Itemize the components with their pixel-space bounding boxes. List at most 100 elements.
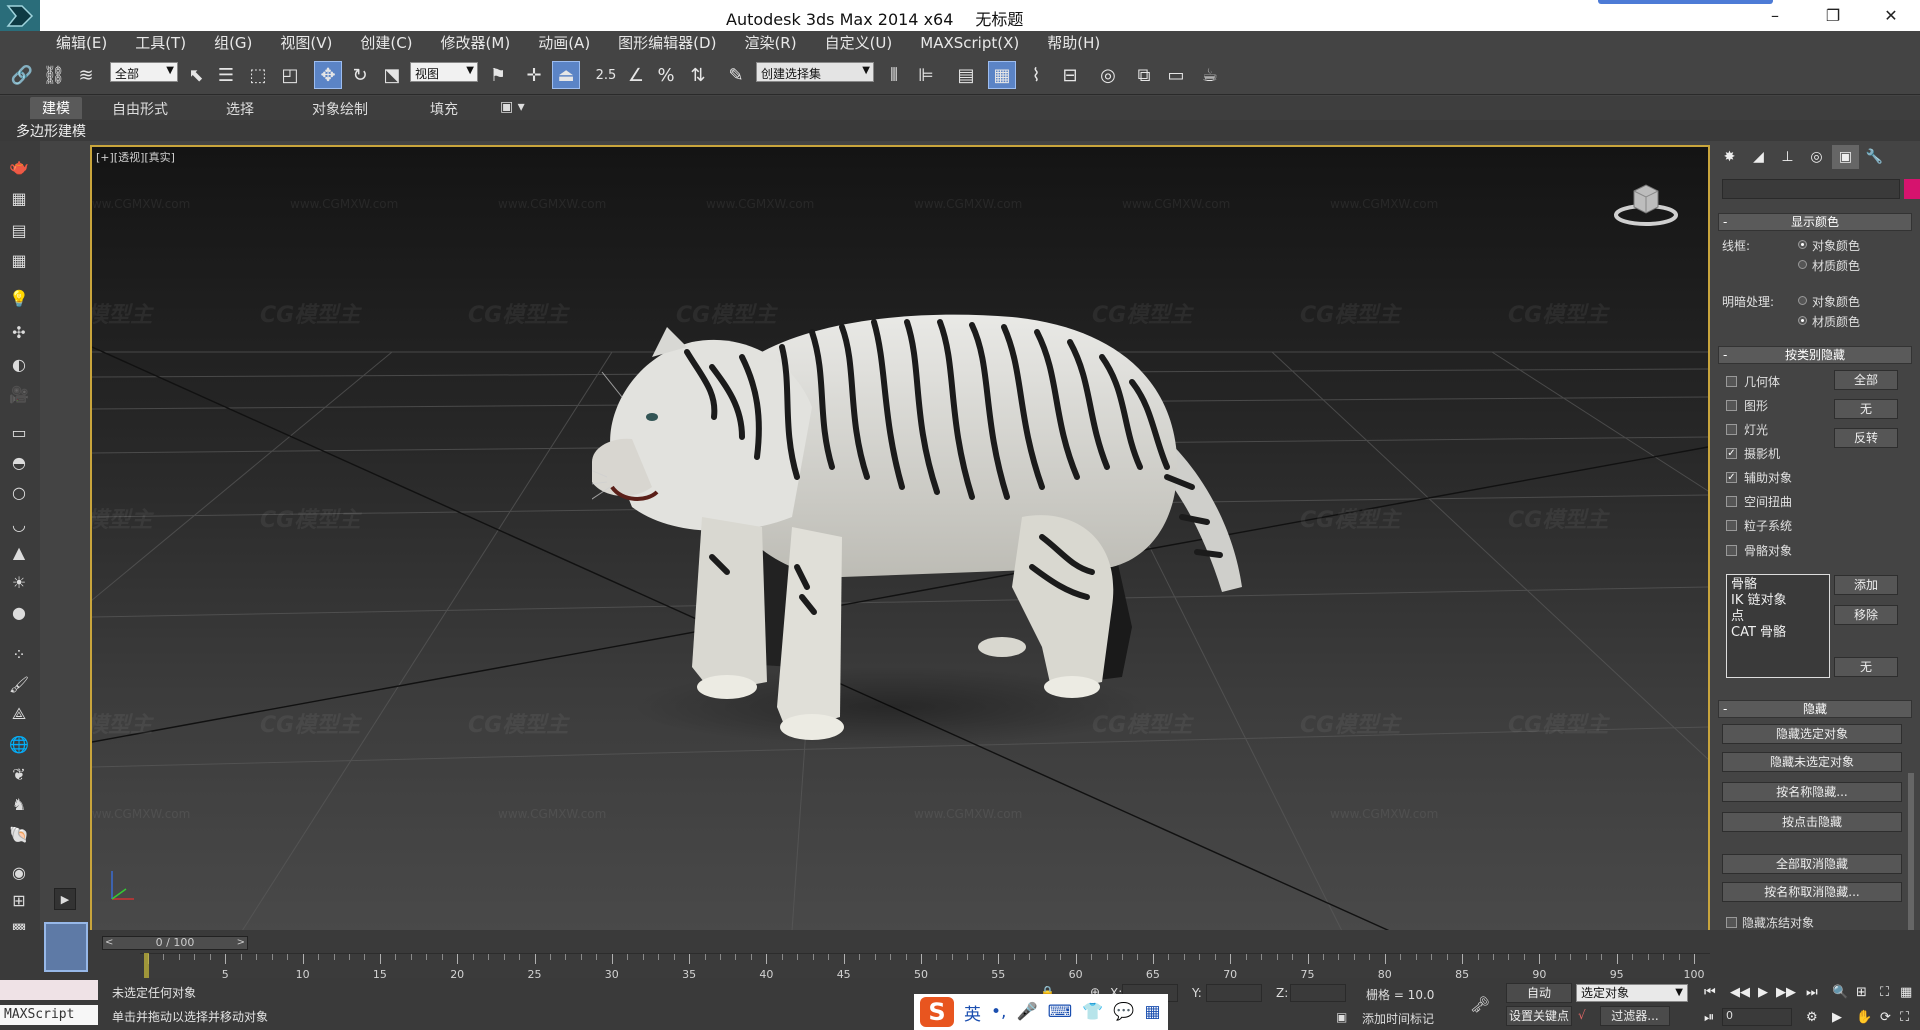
- spinner-snap-icon[interactable]: ⇅: [684, 61, 712, 89]
- geometry-checkbox[interactable]: [1726, 376, 1737, 387]
- remove-button[interactable]: 移除: [1834, 605, 1898, 625]
- all-button[interactable]: 全部: [1834, 370, 1898, 390]
- motion-tab-icon[interactable]: ◎: [1803, 145, 1830, 169]
- key-mode-toggle-icon[interactable]: ⏯: [1704, 1010, 1714, 1025]
- render-setup-icon[interactable]: ⧉: [1130, 61, 1158, 89]
- rectangular-selection-icon[interactable]: ⬚: [244, 61, 272, 89]
- current-frame-marker[interactable]: [144, 953, 149, 978]
- shaded-material-color-radio[interactable]: [1798, 316, 1807, 325]
- hide-by-hit-button[interactable]: 按点击隐藏: [1722, 812, 1902, 832]
- zoom-all-icon[interactable]: ⊞: [1856, 985, 1867, 1000]
- menu-customize[interactable]: 自定义(U): [825, 31, 907, 55]
- scene-explorer-icon[interactable]: ▦: [8, 187, 30, 209]
- auto-key-button[interactable]: 自动: [1506, 983, 1572, 1003]
- invert-button[interactable]: 反转: [1834, 428, 1898, 448]
- cone-icon[interactable]: ▲: [8, 541, 30, 563]
- bowl-icon[interactable]: ◡: [8, 513, 30, 535]
- angle-snap-icon[interactable]: ∠: [622, 61, 650, 89]
- mini-listener-preview[interactable]: [44, 922, 88, 972]
- helper-icon[interactable]: ✣: [8, 321, 30, 343]
- menu-views[interactable]: 视图(V): [280, 31, 346, 55]
- bone-objects-checkbox[interactable]: [1726, 545, 1737, 556]
- menu-group[interactable]: 组(G): [214, 31, 266, 55]
- disc-icon[interactable]: ●: [8, 601, 30, 623]
- edit-named-selection-icon[interactable]: ✎: [722, 61, 750, 89]
- restore-button[interactable]: ❐: [1804, 0, 1862, 31]
- select-and-scale-icon[interactable]: ⬔: [378, 61, 406, 89]
- play-toggle-icon[interactable]: ▶: [54, 888, 76, 910]
- list-item[interactable]: IK 链对象: [1731, 593, 1825, 609]
- select-and-move-icon[interactable]: ✥: [314, 61, 342, 89]
- maximize-viewport-icon[interactable]: ⛶: [1900, 1010, 1909, 1025]
- polygon-modeling-label[interactable]: 多边形建模: [16, 121, 86, 141]
- punctuation-icon[interactable]: •,: [991, 1002, 1006, 1022]
- tiger-model[interactable]: [592, 287, 1312, 747]
- add-time-tag[interactable]: 添加时间标记: [1362, 1010, 1434, 1027]
- menu-edit[interactable]: 编辑(E): [56, 31, 121, 55]
- spacewarp-icon[interactable]: ◐: [8, 353, 30, 375]
- selection-filter-dropdown[interactable]: 全部 ▼: [110, 62, 178, 82]
- tab-populate[interactable]: 填充: [430, 99, 458, 119]
- snaps-toggle-icon[interactable]: 2.5: [592, 61, 620, 89]
- none-button[interactable]: 无: [1834, 399, 1898, 419]
- command-panel-scrollbar[interactable]: [1908, 773, 1914, 933]
- viewport-label[interactable]: [+][透视][真实]: [96, 149, 175, 165]
- window-crossing-icon[interactable]: ◰: [276, 61, 304, 89]
- layer-explorer-icon[interactable]: ▤: [8, 219, 30, 241]
- zoom-icon[interactable]: 🔍: [1832, 985, 1848, 1000]
- key-filters-button[interactable]: 过滤器...: [1600, 1006, 1670, 1026]
- named-selection-dropdown[interactable]: 创建选择集 ▼: [756, 62, 874, 82]
- microphone-icon[interactable]: 🎤: [1016, 1002, 1037, 1022]
- sogou-logo-icon[interactable]: S: [920, 997, 954, 1027]
- material-editor-icon[interactable]: ◎: [1094, 61, 1122, 89]
- toolbox-icon[interactable]: ▦: [1145, 1002, 1161, 1022]
- menu-maxscript[interactable]: MAXScript(X): [920, 31, 1033, 55]
- hide-by-name-button[interactable]: 按名称隐藏...: [1722, 782, 1902, 802]
- time-config-icon[interactable]: ⚙: [1806, 1010, 1818, 1025]
- time-tag-icon[interactable]: ▣: [1336, 1010, 1347, 1024]
- sun-icon[interactable]: ☀: [8, 571, 30, 593]
- particles-icon[interactable]: ⁘: [8, 643, 30, 665]
- wireframe-material-color-radio[interactable]: [1798, 260, 1807, 269]
- close-button[interactable]: ✕: [1862, 0, 1920, 31]
- current-frame-field[interactable]: 0: [1722, 1008, 1792, 1026]
- previous-frame-icon[interactable]: ◀◀: [1730, 985, 1750, 1000]
- field-of-view-icon[interactable]: ▶: [1832, 1010, 1842, 1025]
- hide-frozen-checkbox[interactable]: [1726, 917, 1737, 928]
- chevron-right-icon[interactable]: >: [237, 937, 245, 949]
- mirror-icon[interactable]: ⫴: [880, 61, 908, 89]
- rollout-hide-by-category[interactable]: - 按类别隐藏: [1718, 346, 1912, 364]
- go-to-end-icon[interactable]: ⏭: [1806, 985, 1818, 1000]
- dome-icon[interactable]: ◓: [8, 451, 30, 473]
- grid-icon[interactable]: ▦: [8, 249, 30, 271]
- material-sphere-icon[interactable]: ◉: [8, 861, 30, 883]
- language-toggle[interactable]: 英: [964, 1000, 981, 1025]
- select-and-link-icon[interactable]: 🔗: [8, 61, 36, 89]
- display-tab-icon[interactable]: ▣: [1832, 145, 1859, 169]
- tab-object-paint[interactable]: 对象绘制: [312, 99, 368, 119]
- menu-tools[interactable]: 工具(T): [135, 31, 200, 55]
- category-listbox[interactable]: 骨骼 IK 链对象 点 CAT 骨骼: [1726, 574, 1830, 678]
- skin-icon[interactable]: 👕: [1082, 1002, 1103, 1022]
- cameras-checkbox[interactable]: ✓: [1726, 448, 1737, 459]
- render-production-icon[interactable]: ☕: [1196, 61, 1224, 89]
- select-object-icon[interactable]: ⬉: [182, 61, 210, 89]
- viewcube-icon[interactable]: [1614, 181, 1678, 227]
- rollout-hide[interactable]: - 隐藏: [1718, 700, 1912, 718]
- key-icon[interactable]: 🗝: [1470, 995, 1490, 1014]
- lights-checkbox[interactable]: [1726, 424, 1737, 435]
- menu-help[interactable]: 帮助(H): [1047, 31, 1114, 55]
- shapes-checkbox[interactable]: [1726, 400, 1737, 411]
- render-icon[interactable]: ⊞: [8, 889, 30, 911]
- listener-pink-box[interactable]: [0, 980, 98, 1000]
- menu-modifiers[interactable]: 修改器(M): [441, 31, 525, 55]
- shaded-object-color-radio[interactable]: [1798, 296, 1807, 305]
- next-frame-icon[interactable]: ▶▶: [1776, 985, 1796, 1000]
- tab-modeling[interactable]: 建模: [30, 97, 82, 119]
- schematic-view-icon[interactable]: ⊟: [1056, 61, 1084, 89]
- rollout-display-color[interactable]: - 显示颜色: [1718, 213, 1912, 231]
- zoom-extents-all-icon[interactable]: ▦: [1900, 985, 1912, 1000]
- reference-coord-dropdown[interactable]: 视图 ▼: [410, 62, 478, 82]
- z-coordinate-field[interactable]: [1290, 984, 1346, 1002]
- list-item[interactable]: CAT 骨骼: [1731, 625, 1825, 641]
